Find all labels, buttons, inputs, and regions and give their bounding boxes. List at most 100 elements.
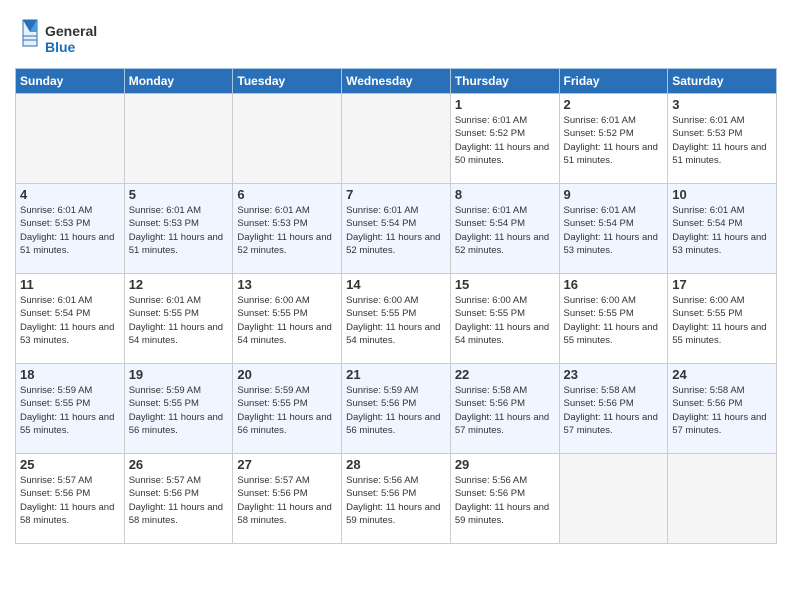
day-cell: 3 Sunrise: 6:01 AMSunset: 5:53 PMDaylight… <box>668 94 777 184</box>
calendar-table: SundayMondayTuesdayWednesdayThursdayFrid… <box>15 68 777 544</box>
day-number: 14 <box>346 277 446 292</box>
day-info: Sunrise: 5:58 AMSunset: 5:56 PMDaylight:… <box>455 384 555 437</box>
week-row-2: 4 Sunrise: 6:01 AMSunset: 5:53 PMDaylight… <box>16 184 777 274</box>
day-info: Sunrise: 5:57 AMSunset: 5:56 PMDaylight:… <box>20 474 120 527</box>
day-number: 8 <box>455 187 555 202</box>
day-cell: 7 Sunrise: 6:01 AMSunset: 5:54 PMDaylight… <box>342 184 451 274</box>
day-cell: 1 Sunrise: 6:01 AMSunset: 5:52 PMDaylight… <box>450 94 559 184</box>
day-info: Sunrise: 6:01 AMSunset: 5:54 PMDaylight:… <box>346 204 446 257</box>
day-number: 19 <box>129 367 229 382</box>
day-cell: 5 Sunrise: 6:01 AMSunset: 5:53 PMDaylight… <box>124 184 233 274</box>
day-info: Sunrise: 6:00 AMSunset: 5:55 PMDaylight:… <box>346 294 446 347</box>
day-number: 26 <box>129 457 229 472</box>
day-info: Sunrise: 5:56 AMSunset: 5:56 PMDaylight:… <box>346 474 446 527</box>
day-cell: 11 Sunrise: 6:01 AMSunset: 5:54 PMDayligh… <box>16 274 125 364</box>
col-header-thursday: Thursday <box>450 69 559 94</box>
day-info: Sunrise: 6:01 AMSunset: 5:54 PMDaylight:… <box>564 204 664 257</box>
week-row-1: 1 Sunrise: 6:01 AMSunset: 5:52 PMDaylight… <box>16 94 777 184</box>
day-cell: 9 Sunrise: 6:01 AMSunset: 5:54 PMDaylight… <box>559 184 668 274</box>
day-number: 5 <box>129 187 229 202</box>
day-cell: 17 Sunrise: 6:00 AMSunset: 5:55 PMDayligh… <box>668 274 777 364</box>
day-number: 20 <box>237 367 337 382</box>
day-info: Sunrise: 5:59 AMSunset: 5:55 PMDaylight:… <box>129 384 229 437</box>
day-number: 10 <box>672 187 772 202</box>
day-cell: 27 Sunrise: 5:57 AMSunset: 5:56 PMDayligh… <box>233 454 342 544</box>
day-cell <box>668 454 777 544</box>
col-header-saturday: Saturday <box>668 69 777 94</box>
day-info: Sunrise: 6:01 AMSunset: 5:52 PMDaylight:… <box>455 114 555 167</box>
day-number: 25 <box>20 457 120 472</box>
col-header-wednesday: Wednesday <box>342 69 451 94</box>
day-cell <box>559 454 668 544</box>
day-number: 11 <box>20 277 120 292</box>
col-header-sunday: Sunday <box>16 69 125 94</box>
day-number: 7 <box>346 187 446 202</box>
logo-svg: General Blue <box>15 18 105 62</box>
day-cell: 23Sunrise: 5:58 AMSunset: 5:56 PMDayligh… <box>559 364 668 454</box>
day-info: Sunrise: 6:00 AMSunset: 5:55 PMDaylight:… <box>672 294 772 347</box>
day-cell: 12 Sunrise: 6:01 AMSunset: 5:55 PMDayligh… <box>124 274 233 364</box>
day-cell: 15 Sunrise: 6:00 AMSunset: 5:55 PMDayligh… <box>450 274 559 364</box>
day-number: 13 <box>237 277 337 292</box>
week-row-5: 25 Sunrise: 5:57 AMSunset: 5:56 PMDayligh… <box>16 454 777 544</box>
day-number: 2 <box>564 97 664 112</box>
day-info: Sunrise: 5:58 AMSunset: 5:56 PMDaylight:… <box>564 384 664 437</box>
col-header-friday: Friday <box>559 69 668 94</box>
col-header-monday: Monday <box>124 69 233 94</box>
col-header-tuesday: Tuesday <box>233 69 342 94</box>
day-info: Sunrise: 5:59 AMSunset: 5:55 PMDaylight:… <box>237 384 337 437</box>
day-info: Sunrise: 5:57 AMSunset: 5:56 PMDaylight:… <box>129 474 229 527</box>
day-cell: 24Sunrise: 5:58 AMSunset: 5:56 PMDayligh… <box>668 364 777 454</box>
day-info: Sunrise: 6:01 AMSunset: 5:55 PMDaylight:… <box>129 294 229 347</box>
day-number: 16 <box>564 277 664 292</box>
day-info: Sunrise: 6:01 AMSunset: 5:54 PMDaylight:… <box>672 204 772 257</box>
logo: General Blue <box>15 18 105 62</box>
day-info: Sunrise: 5:56 AMSunset: 5:56 PMDaylight:… <box>455 474 555 527</box>
day-cell <box>124 94 233 184</box>
day-cell: 14 Sunrise: 6:00 AMSunset: 5:55 PMDayligh… <box>342 274 451 364</box>
day-number: 17 <box>672 277 772 292</box>
day-cell: 4Sunrise: 6:01 AMSunset: 5:53 PMDaylight… <box>16 184 125 274</box>
day-number: 24 <box>672 367 772 382</box>
day-info: Sunrise: 6:01 AMSunset: 5:54 PMDaylight:… <box>20 294 120 347</box>
day-cell: 10 Sunrise: 6:01 AMSunset: 5:54 PMDayligh… <box>668 184 777 274</box>
header-row: SundayMondayTuesdayWednesdayThursdayFrid… <box>16 69 777 94</box>
week-row-4: 18Sunrise: 5:59 AMSunset: 5:55 PMDayligh… <box>16 364 777 454</box>
day-info: Sunrise: 6:00 AMSunset: 5:55 PMDaylight:… <box>237 294 337 347</box>
day-info: Sunrise: 6:01 AMSunset: 5:53 PMDaylight:… <box>672 114 772 167</box>
day-cell: 8 Sunrise: 6:01 AMSunset: 5:54 PMDaylight… <box>450 184 559 274</box>
day-number: 15 <box>455 277 555 292</box>
day-info: Sunrise: 5:57 AMSunset: 5:56 PMDaylight:… <box>237 474 337 527</box>
day-number: 27 <box>237 457 337 472</box>
day-number: 12 <box>129 277 229 292</box>
day-cell: 22Sunrise: 5:58 AMSunset: 5:56 PMDayligh… <box>450 364 559 454</box>
day-number: 4 <box>20 187 120 202</box>
day-info: Sunrise: 6:00 AMSunset: 5:55 PMDaylight:… <box>564 294 664 347</box>
day-info: Sunrise: 6:01 AMSunset: 5:52 PMDaylight:… <box>564 114 664 167</box>
day-info: Sunrise: 5:59 AMSunset: 5:56 PMDaylight:… <box>346 384 446 437</box>
day-cell: 16 Sunrise: 6:00 AMSunset: 5:55 PMDayligh… <box>559 274 668 364</box>
day-cell: 2 Sunrise: 6:01 AMSunset: 5:52 PMDaylight… <box>559 94 668 184</box>
day-cell <box>342 94 451 184</box>
day-cell: 13 Sunrise: 6:00 AMSunset: 5:55 PMDayligh… <box>233 274 342 364</box>
day-number: 29 <box>455 457 555 472</box>
header: General Blue <box>15 10 777 62</box>
day-number: 1 <box>455 97 555 112</box>
day-cell: 19 Sunrise: 5:59 AMSunset: 5:55 PMDayligh… <box>124 364 233 454</box>
day-number: 21 <box>346 367 446 382</box>
day-number: 3 <box>672 97 772 112</box>
svg-text:General: General <box>45 23 97 39</box>
day-cell: 20 Sunrise: 5:59 AMSunset: 5:55 PMDayligh… <box>233 364 342 454</box>
day-info: Sunrise: 6:01 AMSunset: 5:53 PMDaylight:… <box>129 204 229 257</box>
day-info: Sunrise: 6:01 AMSunset: 5:54 PMDaylight:… <box>455 204 555 257</box>
day-cell <box>233 94 342 184</box>
day-info: Sunrise: 6:00 AMSunset: 5:55 PMDaylight:… <box>455 294 555 347</box>
day-cell: 26 Sunrise: 5:57 AMSunset: 5:56 PMDayligh… <box>124 454 233 544</box>
day-cell: 28Sunrise: 5:56 AMSunset: 5:56 PMDayligh… <box>342 454 451 544</box>
day-cell: 21 Sunrise: 5:59 AMSunset: 5:56 PMDayligh… <box>342 364 451 454</box>
day-number: 9 <box>564 187 664 202</box>
day-number: 6 <box>237 187 337 202</box>
svg-text:Blue: Blue <box>45 39 76 55</box>
day-cell <box>16 94 125 184</box>
day-info: Sunrise: 6:01 AMSunset: 5:53 PMDaylight:… <box>237 204 337 257</box>
